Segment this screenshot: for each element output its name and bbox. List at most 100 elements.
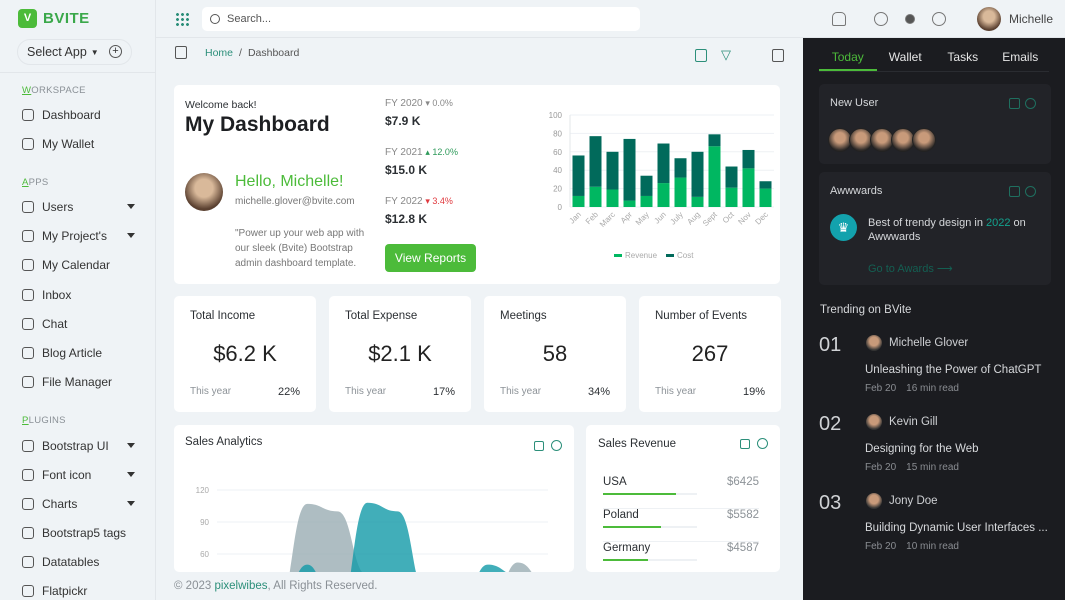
y-tick-label: 20 xyxy=(553,185,562,194)
sidebar-item-blog-article[interactable]: Blog Article xyxy=(22,346,137,360)
globe-icon[interactable] xyxy=(874,12,888,26)
more-icon[interactable] xyxy=(757,438,768,449)
search-input[interactable]: Search... xyxy=(202,7,640,31)
new-user-avatar[interactable] xyxy=(912,128,936,152)
bar-cost xyxy=(759,181,772,189)
brand-name: BVITE xyxy=(43,10,90,27)
revenue-progress xyxy=(603,559,697,561)
sidebar-item-label: Font icon xyxy=(42,468,92,482)
trending-post[interactable]: 01 Michelle Glover Unleashing the Power … xyxy=(819,333,1059,403)
chart-icon xyxy=(22,498,34,510)
apps-grid-icon[interactable] xyxy=(175,12,189,26)
view-reports-button[interactable]: View Reports xyxy=(385,244,476,272)
y-tick-label: 80 xyxy=(553,129,562,138)
awwwards-title: Awwwards xyxy=(830,185,883,197)
go-to-awards-link[interactable]: Go to Awards ⟶ xyxy=(868,262,953,275)
date-icon xyxy=(22,585,34,597)
home-icon xyxy=(22,109,34,121)
sidebar-item-my-calendar[interactable]: My Calendar xyxy=(22,258,137,272)
sidebar-item-label: Blog Article xyxy=(42,346,103,360)
award-text: Best of trendy design in 2022 on Awwward… xyxy=(868,216,1048,244)
expand-icon[interactable] xyxy=(740,439,750,449)
post-number: 01 xyxy=(819,334,842,356)
tab-tasks[interactable]: Tasks xyxy=(934,38,992,71)
stat-value: $2.1 K xyxy=(368,341,432,366)
filter-icon[interactable]: ▽ xyxy=(721,47,731,63)
revenue-country: USA xyxy=(603,476,627,488)
sidebar: V BVITE Select App ▼ + WORKSPACE APPS PLUGINS… xyxy=(0,0,156,600)
trending-post[interactable]: 03 Jony Doe Building Dynamic User Interf… xyxy=(819,491,1059,561)
sun-icon[interactable] xyxy=(905,14,915,24)
bar-revenue xyxy=(589,186,602,207)
sidebar-item-bootstrap-ui[interactable]: Bootstrap UI xyxy=(22,439,137,453)
caret-down-icon: ▼ xyxy=(90,47,99,57)
sidebar-item-font-icon[interactable]: Font icon xyxy=(22,468,137,482)
sidebar-item-my-project-s[interactable]: My Project's xyxy=(22,229,137,243)
tag-icon xyxy=(22,527,34,539)
sidebar-item-bootstrap5-tags[interactable]: Bootstrap5 tags xyxy=(22,526,137,540)
stat-value: 58 xyxy=(542,341,568,366)
sidebar-toggle-icon[interactable] xyxy=(175,46,187,59)
y-tick-label: 100 xyxy=(549,111,563,120)
sales-revenue-card: Sales Revenue USA $6425 Poland $5582 Ger… xyxy=(586,425,780,572)
gear-icon[interactable] xyxy=(932,12,946,26)
add-app-icon[interactable]: + xyxy=(109,45,122,58)
author-avatar xyxy=(866,493,882,509)
bar-cost xyxy=(691,151,704,197)
bar-cost xyxy=(708,134,721,147)
bell-icon[interactable] xyxy=(832,12,846,26)
sidebar-item-label: Bootstrap5 tags xyxy=(42,526,127,540)
stat-period: This year xyxy=(500,386,542,397)
sidebar-item-users[interactable]: Users xyxy=(22,200,137,214)
sales-analytics-chart: 60 90 120 xyxy=(196,486,548,572)
post-meta: Feb 20 10 min read xyxy=(865,541,959,552)
sidebar-item-chat[interactable]: Chat xyxy=(22,317,137,331)
tab-emails[interactable]: Emails xyxy=(992,38,1050,71)
footer-link[interactable]: pixelwibes xyxy=(214,580,267,592)
sidebar-item-label: Dashboard xyxy=(42,108,101,122)
y-tick-label: 60 xyxy=(200,550,209,559)
more-icon[interactable] xyxy=(1025,186,1036,197)
expand-icon[interactable] xyxy=(1009,98,1020,109)
fy-change: ▾ 0.0% xyxy=(425,98,453,108)
sidebar-item-inbox[interactable]: Inbox xyxy=(22,288,137,302)
tab-wallet[interactable]: Wallet xyxy=(877,38,935,71)
panel-toggle-icon[interactable] xyxy=(772,49,784,62)
trending-post[interactable]: 02 Kevin Gill Designing for the Web Feb … xyxy=(819,412,1059,482)
caret-down-icon xyxy=(127,204,135,213)
breadcrumb-current: Dashboard xyxy=(247,46,300,59)
y-tick-label: 120 xyxy=(196,486,210,495)
x-tick-label: Dec xyxy=(753,210,769,226)
sidebar-item-file-manager[interactable]: File Manager xyxy=(22,375,137,389)
more-icon[interactable] xyxy=(1025,98,1036,109)
tab-today[interactable]: Today xyxy=(819,38,877,71)
new-user-card: New User xyxy=(819,84,1051,164)
revenue-amount: $6425 xyxy=(727,476,759,488)
logo[interactable]: V BVITE xyxy=(18,9,90,28)
revenue-row: Poland $5582 xyxy=(603,509,759,542)
bar-cost xyxy=(725,166,738,188)
sidebar-item-my-wallet[interactable]: My Wallet xyxy=(22,137,137,151)
footer-copyright: © 2023 xyxy=(174,580,215,592)
sales-revenue-title: Sales Revenue xyxy=(598,438,676,450)
sidebar-item-flatpickr[interactable]: Flatpickr xyxy=(22,584,137,598)
stat-title: Number of Events xyxy=(655,310,748,322)
user-menu[interactable]: Michelle xyxy=(977,7,1053,31)
sidebar-item-label: Chat xyxy=(42,317,68,331)
breadcrumb-home[interactable]: Home xyxy=(205,47,233,59)
sidebar-item-charts[interactable]: Charts xyxy=(22,497,137,511)
bar-revenue xyxy=(674,177,687,207)
trophy-icon: ♛ xyxy=(830,214,857,241)
fy-label: FY 2021 xyxy=(385,147,423,158)
caret-down-icon xyxy=(127,233,135,242)
post-read-time: 16 min read xyxy=(906,383,959,394)
x-tick-label: Nov xyxy=(736,210,752,226)
add-icon[interactable] xyxy=(695,49,707,62)
caret-down-icon xyxy=(127,501,135,510)
sidebar-item-datatables[interactable]: Datatables xyxy=(22,555,137,569)
expand-icon[interactable] xyxy=(1009,186,1020,197)
stat-card: Total Income $6.2 K This year 22% xyxy=(174,296,316,412)
sidebar-item-dashboard[interactable]: Dashboard xyxy=(22,108,137,122)
fy-label: FY 2020 xyxy=(385,98,423,109)
select-app-dropdown[interactable]: Select App ▼ + xyxy=(17,39,132,65)
